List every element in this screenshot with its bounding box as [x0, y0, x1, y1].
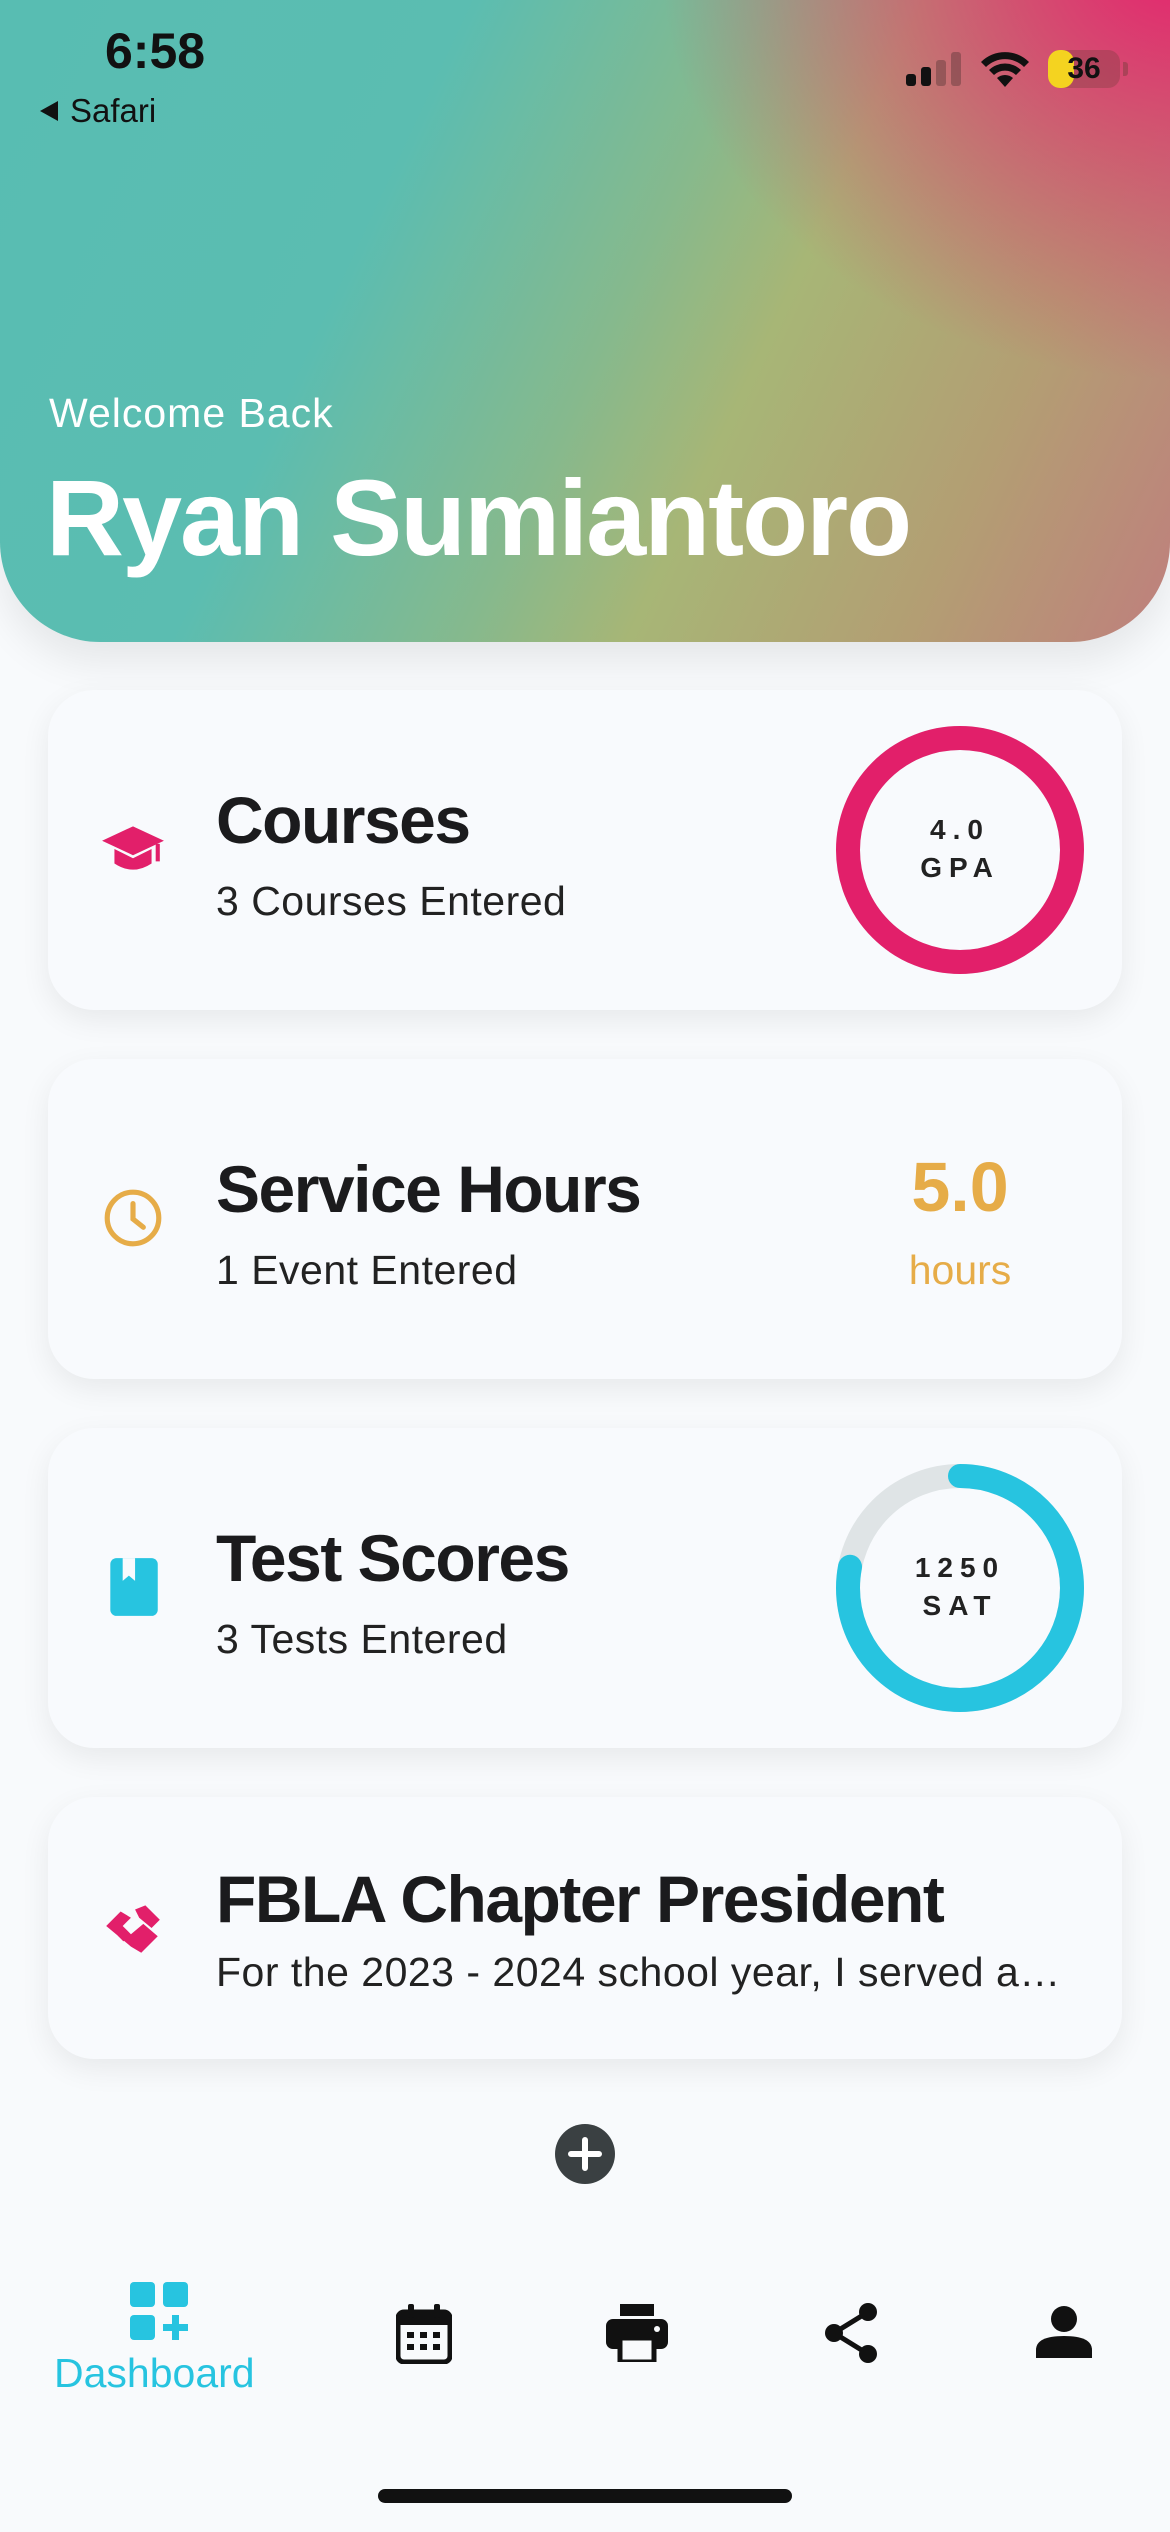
- battery-icon: 36: [1048, 50, 1128, 88]
- back-arrow-icon: [40, 101, 58, 121]
- test-scores-card[interactable]: Test Scores 3 Tests Entered 1250 SAT: [48, 1428, 1122, 1748]
- back-app-label: Safari: [70, 92, 157, 129]
- plus-icon: [568, 2137, 602, 2171]
- wifi-icon: [981, 52, 1029, 87]
- tab-share[interactable]: [822, 2302, 880, 2369]
- tab-dashboard[interactable]: [130, 2282, 188, 2345]
- dashboard-icon: [130, 2282, 188, 2340]
- sat-unit: SAT: [922, 1590, 998, 1621]
- profile-icon: [1036, 2306, 1092, 2358]
- status-indicators: 36: [906, 50, 1128, 88]
- service-hours-unit: hours: [908, 1247, 1012, 1293]
- status-time: 6:58: [105, 23, 206, 79]
- home-indicator: [378, 2489, 792, 2503]
- service-subtitle: 1 Event Entered: [216, 1247, 518, 1293]
- courses-subtitle: 3 Courses Entered: [216, 878, 567, 924]
- add-button[interactable]: [555, 2124, 615, 2184]
- share-icon: [825, 2303, 877, 2363]
- printer-icon: [606, 2304, 668, 2365]
- user-name: Ryan Sumiantoro: [46, 457, 912, 578]
- gpa-value: 4.0: [930, 814, 990, 845]
- courses-title: Courses: [216, 783, 471, 857]
- header: 6:58 Safari 36 Welcome Back Ryan Sumiant…: [0, 0, 1170, 642]
- tab-calendar[interactable]: [395, 2304, 453, 2369]
- achievement-card[interactable]: FBLA Chapter President For the 2023 - 20…: [48, 1797, 1122, 2059]
- graduation-cap-icon: [102, 826, 164, 870]
- service-hours-value: 5.0: [911, 1148, 1009, 1226]
- tab-dashboard-label[interactable]: Dashboard: [54, 2350, 255, 2397]
- tests-title: Test Scores: [216, 1521, 570, 1595]
- handshake-icon: [106, 1905, 160, 1953]
- service-title: Service Hours: [216, 1152, 642, 1226]
- battery-cap: [1123, 62, 1128, 76]
- tab-print[interactable]: [606, 2304, 668, 2367]
- calendar-icon: [395, 2304, 453, 2365]
- sat-value: 1250: [914, 1552, 1006, 1583]
- achievement-subtitle: For the 2023 - 2024 school year, I serve…: [216, 1949, 1061, 1995]
- service-hours-card[interactable]: Service Hours 1 Event Entered 5.0 hours: [48, 1059, 1122, 1379]
- signal-icon: [906, 52, 961, 86]
- gpa-unit: GPA: [920, 852, 1000, 883]
- back-to-safari[interactable]: Safari: [38, 92, 156, 130]
- welcome-text: Welcome Back: [49, 390, 334, 436]
- tab-profile[interactable]: [1036, 2306, 1092, 2363]
- achievement-title: FBLA Chapter President: [216, 1862, 945, 1936]
- courses-card[interactable]: Courses 3 Courses Entered 4.0 GPA: [48, 690, 1122, 1010]
- book-icon: [110, 1558, 158, 1616]
- battery-level: 36: [1067, 52, 1101, 85]
- tests-subtitle: 3 Tests Entered: [216, 1616, 508, 1662]
- clock-icon: [104, 1189, 162, 1247]
